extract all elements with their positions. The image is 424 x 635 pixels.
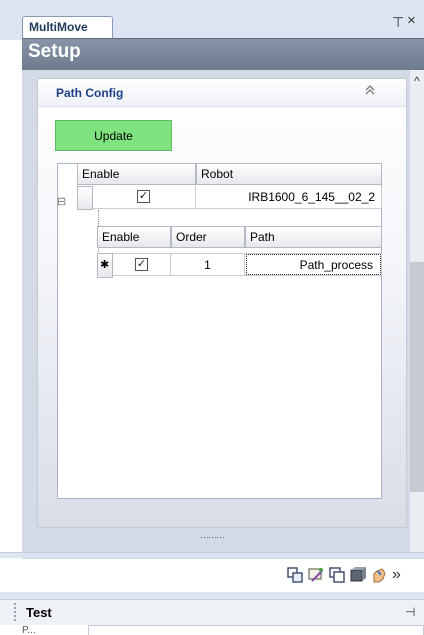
bottom-panel-header — [0, 599, 424, 625]
column-header-robot[interactable]: Robot — [196, 163, 382, 185]
column-header-enable[interactable]: Enable — [97, 226, 171, 248]
column-header-path[interactable]: Path — [245, 226, 382, 248]
pin-icon[interactable]: ⊣ — [405, 605, 415, 619]
row-header[interactable] — [77, 186, 93, 210]
robot-name-cell[interactable]: IRB1600_6_145__02_2 — [196, 186, 382, 209]
scroll-up-icon[interactable]: ^ — [410, 74, 424, 88]
double-chevron-up-icon — [365, 85, 375, 95]
panel-divider — [0, 592, 424, 599]
hand-icon[interactable] — [369, 565, 389, 585]
robot-enable-cell[interactable]: ✓ — [93, 186, 196, 209]
close-icon[interactable]: × — [407, 12, 416, 29]
column-header-enable[interactable]: Enable — [77, 163, 196, 185]
page-title: Setup — [28, 41, 81, 62]
enable-checkbox[interactable]: ✓ — [135, 258, 148, 271]
expand-collapse-icon[interactable]: ⊟ — [57, 195, 66, 208]
path-name-cell[interactable]: Path_process — [245, 253, 382, 276]
panel-title: Path Config — [56, 86, 124, 100]
partial-label: P... — [22, 626, 36, 635]
partial-input[interactable] — [88, 625, 424, 635]
collapse-chevron-icon[interactable] — [364, 84, 376, 99]
layout-icon[interactable] — [285, 565, 305, 585]
column-header-order[interactable]: Order — [171, 226, 245, 248]
toolbar-overflow-icon[interactable]: » — [392, 566, 401, 584]
window-icon[interactable] — [327, 565, 347, 585]
pin-icon[interactable]: ⊤ — [392, 14, 404, 31]
new-row-indicator-icon[interactable]: ✱ — [97, 253, 113, 278]
setup-header — [22, 38, 424, 70]
enable-checkbox[interactable]: ✓ — [137, 190, 150, 203]
grip-icon[interactable] — [14, 603, 16, 621]
path-enable-cell[interactable]: ✓ — [113, 253, 171, 276]
robots-grid — [57, 163, 382, 499]
tab-multimove[interactable]: MultiMove — [22, 16, 113, 38]
cube-icon[interactable] — [348, 565, 368, 585]
splitter-grip-icon[interactable]: ⋯⋯⋯ — [200, 532, 225, 543]
tools-icon[interactable] — [306, 565, 326, 585]
path-order-cell[interactable]: 1 — [171, 253, 245, 276]
update-button[interactable]: Update — [55, 120, 172, 151]
scrollbar-thumb[interactable] — [410, 262, 424, 492]
bottom-panel-title: Test — [26, 605, 52, 620]
